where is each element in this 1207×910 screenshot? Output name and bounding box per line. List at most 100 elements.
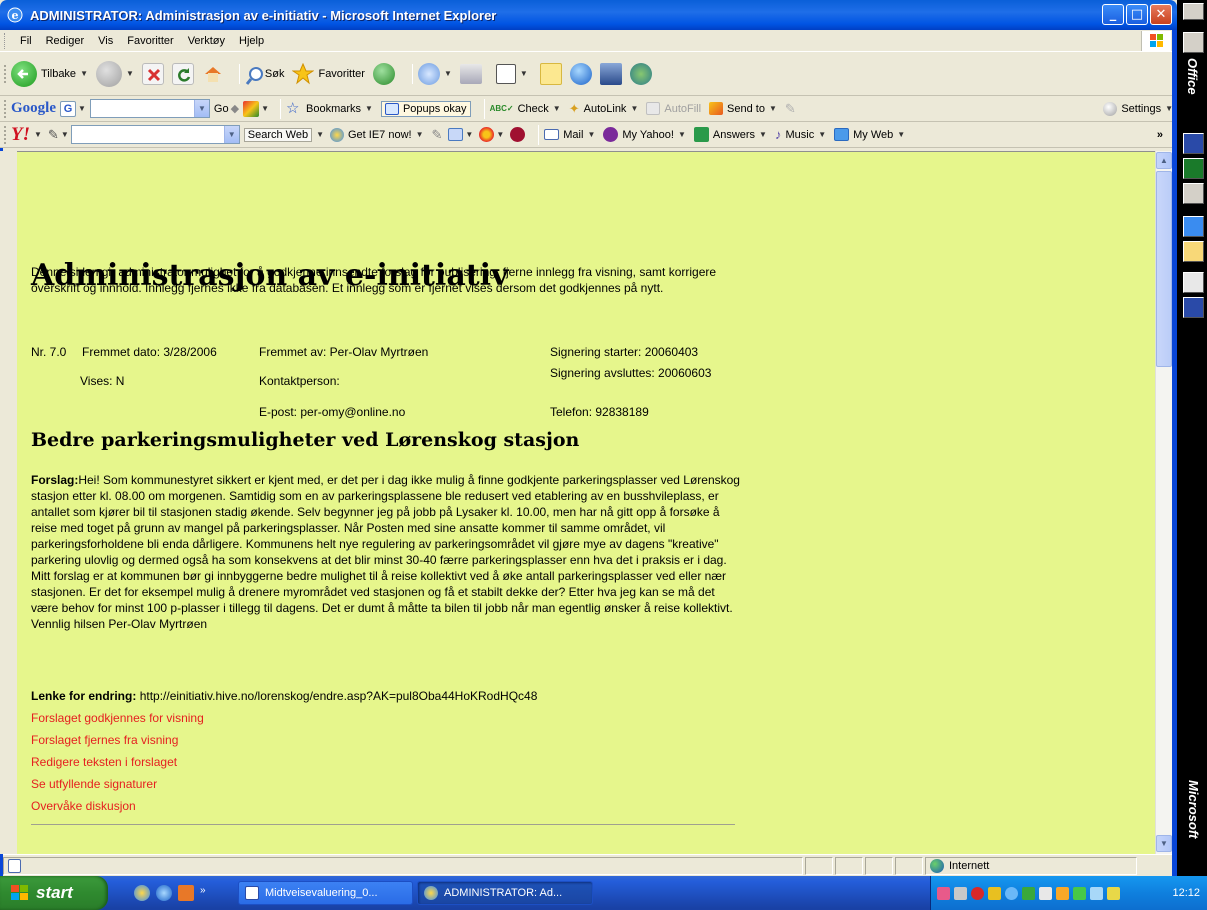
google-settings-button[interactable]: Settings ▼ [1103, 101, 1173, 116]
signatures-link[interactable]: Se utfyllende signaturer [31, 777, 157, 791]
menu-file[interactable]: Fil [13, 35, 39, 47]
quick-launch-more-icon[interactable]: » [200, 885, 206, 901]
popups-button[interactable]: Popups okay [380, 100, 471, 117]
monitor-discussion-link[interactable]: Overvåke diskusjon [31, 799, 136, 813]
popup-blocker-icon [384, 102, 399, 115]
refresh-icon[interactable] [171, 62, 194, 85]
scroll-thumb[interactable] [1156, 171, 1172, 367]
clock-icon[interactable] [1183, 183, 1204, 204]
antispy-icon[interactable] [479, 127, 495, 142]
forward-dropdown-icon[interactable]: ▼ [126, 69, 134, 78]
answers-button[interactable]: Answers ▼ [693, 127, 767, 142]
maximize-button[interactable]: □ [1126, 4, 1148, 25]
history-icon[interactable] [372, 62, 395, 85]
tray-icon-2[interactable] [954, 886, 967, 900]
search-web-button[interactable]: Search Web [243, 127, 313, 142]
toolbar-grip[interactable] [4, 64, 7, 83]
menubar-grip[interactable] [4, 32, 7, 49]
tray-icon-5[interactable] [1005, 886, 1018, 900]
tray-icon-1[interactable] [937, 886, 950, 900]
start-button[interactable]: start [0, 876, 108, 910]
chevron-down-icon[interactable]: ▼ [193, 100, 209, 117]
edit-text-link[interactable]: Redigere teksten i forslaget [31, 755, 177, 769]
tray-icon-3[interactable] [971, 886, 984, 900]
tray-icon-11[interactable] [1107, 886, 1120, 900]
back-button[interactable]: Tilbake ▼ [11, 60, 88, 87]
menu-view[interactable]: Vis [91, 35, 120, 47]
menu-favorites[interactable]: Favoritter [120, 35, 180, 47]
vertical-scrollbar[interactable]: ▲ ▼ [1155, 151, 1172, 854]
forward-button[interactable]: ▼ [95, 60, 134, 87]
back-dropdown-icon[interactable]: ▼ [80, 69, 88, 78]
music-button[interactable]: ♪ Music ▼ [775, 127, 826, 142]
approve-link[interactable]: Forslaget godkjennes for visning [31, 711, 204, 725]
office-app-icon[interactable] [1183, 3, 1204, 20]
tray-icon-7[interactable] [1039, 886, 1052, 900]
title-bar[interactable]: e ADMINISTRATOR: Administrasjon av e-ini… [0, 0, 1177, 30]
tray-icon-8[interactable] [1056, 886, 1069, 900]
scroll-down-button[interactable]: ▼ [1156, 835, 1172, 852]
lenke-url[interactable]: http://einitiativ.hive.no/lorenskog/endr… [140, 689, 538, 703]
word-icon[interactable] [1183, 133, 1204, 154]
scroll-up-button[interactable]: ▲ [1156, 152, 1172, 169]
form-icon[interactable] [448, 128, 464, 141]
my-web-button[interactable]: My Web ▼ [834, 128, 905, 141]
ie-shortcut-icon[interactable] [1183, 216, 1204, 237]
print-icon[interactable] [459, 63, 482, 84]
mail-button[interactable]: ▼ [417, 62, 452, 85]
menu-help[interactable]: Hjelp [232, 35, 271, 47]
word-shortcut-icon[interactable] [1183, 297, 1204, 318]
yahoo-logo[interactable]: Y! [11, 124, 30, 146]
headphones-icon[interactable] [510, 127, 526, 142]
back-label: Tilbake [41, 67, 77, 80]
minimize-button[interactable]: _ [1102, 4, 1124, 25]
svg-text:e: e [12, 9, 19, 22]
clock[interactable]: 12:12 [1172, 887, 1200, 899]
google-go-button[interactable]: Go [214, 103, 229, 115]
users-icon[interactable] [629, 62, 652, 85]
google-news-icon[interactable] [243, 100, 260, 117]
autofill-button[interactable]: AutoFill [646, 102, 701, 115]
taskbar-item-ie[interactable]: ADMINISTRATOR: Ad... [417, 881, 593, 905]
quick-launch-outlook-icon[interactable] [178, 885, 194, 901]
get-ie7-button[interactable]: Get IE7 now! ▼ [330, 127, 424, 142]
edit-word-icon[interactable] [495, 63, 516, 84]
research-icon[interactable] [599, 62, 622, 85]
discuss-icon[interactable] [539, 62, 562, 85]
folder-shortcut-icon[interactable] [1183, 241, 1204, 262]
tray-icon-10[interactable] [1090, 886, 1103, 900]
spellcheck-button[interactable]: ABC✓ Check ▼ [490, 103, 561, 115]
yahoo-pencil-icon[interactable]: ✎ [48, 127, 59, 143]
menu-edit[interactable]: Rediger [39, 35, 92, 47]
close-button[interactable]: ✕ [1150, 4, 1172, 25]
spss-icon[interactable] [1183, 272, 1204, 293]
tray-icon-4[interactable] [988, 886, 1001, 900]
my-yahoo-button[interactable]: My Yahoo! ▼ [603, 127, 686, 142]
bookmarks-button[interactable]: ☆ Bookmarks ▼ [286, 101, 373, 117]
taskbar-item-word[interactable]: Midtveisevaluering_0... [238, 881, 413, 905]
stop-icon[interactable] [141, 62, 164, 85]
highlight-icon[interactable]: ✎ [432, 127, 443, 143]
chevron-down-icon[interactable]: ▼ [223, 126, 239, 143]
yahoo-search-input[interactable]: ▼ [70, 125, 240, 144]
office-folder-icon[interactable] [1183, 32, 1204, 53]
google-g-icon[interactable]: G [60, 100, 76, 117]
home-icon[interactable] [202, 63, 224, 85]
quick-launch-ie-icon[interactable] [134, 885, 150, 901]
messenger-icon[interactable] [569, 62, 592, 85]
yahoo-mail-button[interactable]: Mail ▼ [544, 129, 595, 141]
excel-icon[interactable] [1183, 158, 1204, 179]
pencil-icon[interactable]: ✎ [785, 101, 796, 117]
favorites-button[interactable]: Favoritter [291, 62, 365, 85]
remove-link[interactable]: Forslaget fjernes fra visning [31, 733, 178, 747]
search-button[interactable]: Søk [245, 66, 284, 85]
tray-icon-6[interactable] [1022, 886, 1035, 900]
google-search-input[interactable]: ▼ [89, 99, 210, 118]
quick-launch-ie2-icon[interactable] [156, 885, 172, 901]
toolbar-more-icon[interactable]: » [1157, 129, 1163, 141]
back-arrow-icon [11, 60, 37, 87]
send-to-button[interactable]: Send to ▼ [709, 102, 777, 115]
menu-tools[interactable]: Verktøy [181, 35, 232, 47]
tray-icon-9[interactable] [1073, 886, 1086, 900]
autolink-button[interactable]: ✦ AutoLink ▼ [569, 101, 639, 117]
